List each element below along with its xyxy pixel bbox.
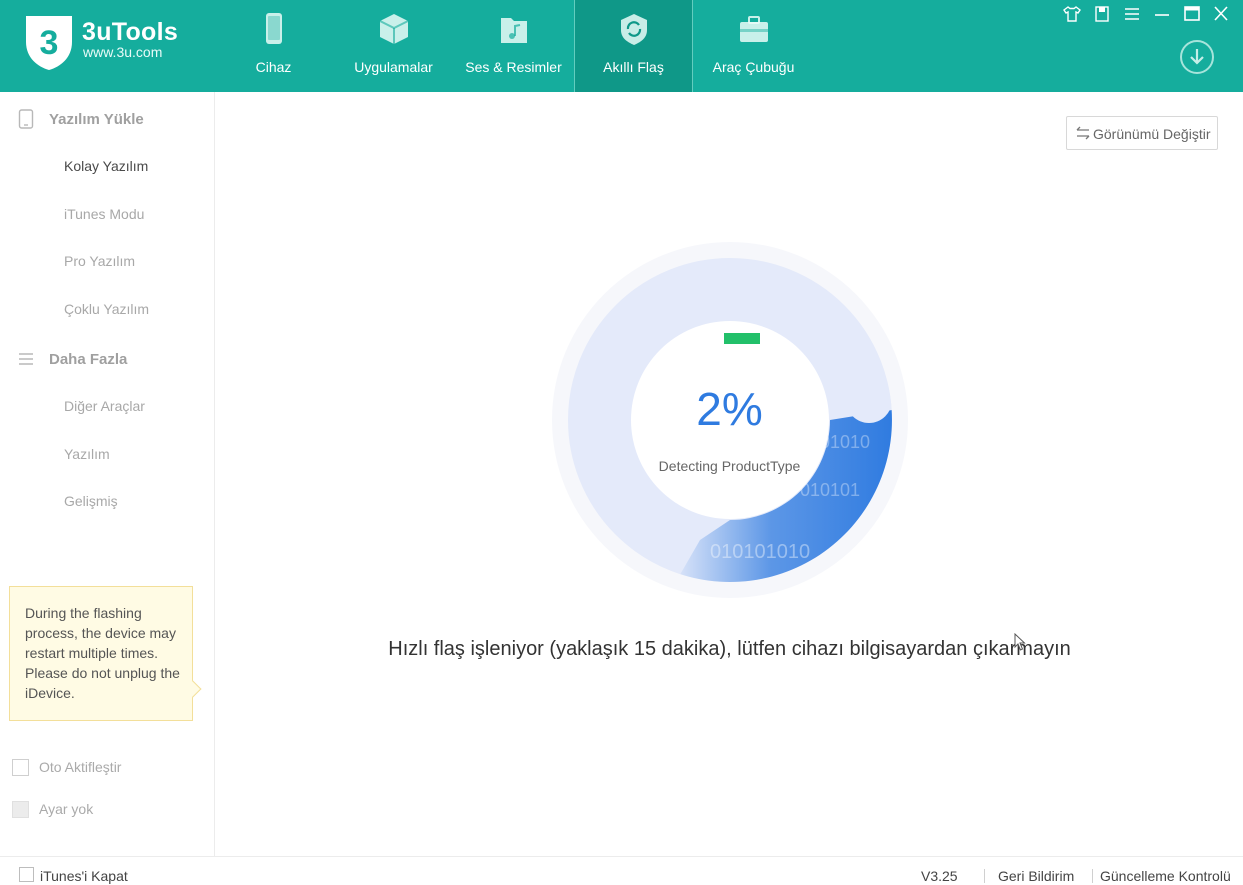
sidebar-group-yazilim-yukle: Yazılım Yükle	[0, 94, 215, 142]
sidebar-group-daha-fazla: Daha Fazla	[0, 334, 215, 382]
swap-icon	[1076, 126, 1090, 140]
sidebar-item-kolay-yazilim[interactable]: Kolay Yazılım	[0, 142, 215, 190]
sidebar-item-diger-araclar[interactable]: Diğer Araçlar	[0, 382, 215, 430]
app-logo[interactable]: 3 3uTools www.3u.com	[22, 12, 192, 72]
nav-label: Araç Çubuğu	[712, 59, 795, 75]
status-bar: iTunes'i Kapat V3.25 Geri Bildirim Günce…	[0, 856, 1243, 885]
binary-text: 010101010	[710, 541, 810, 563]
checkbox-box[interactable]	[12, 759, 29, 776]
nav-akilli-flas[interactable]: Akıllı Flaş	[574, 0, 693, 92]
checkbox-label: Ayar yok	[39, 801, 94, 817]
feedback-link[interactable]: Geri Bildirim	[998, 868, 1074, 884]
status-divider	[1092, 869, 1093, 883]
status-divider	[984, 869, 985, 883]
tip-arrow	[184, 680, 202, 698]
version-label: V3.25	[921, 868, 958, 884]
shield-refresh-icon	[620, 14, 647, 45]
cube-icon	[379, 14, 408, 44]
nav-label: Ses & Resimler	[465, 59, 562, 75]
sidebar-item-label: Diğer Araçlar	[64, 398, 145, 414]
checkbox-label: Oto Aktifleştir	[39, 759, 122, 775]
nav-label: Uygulamalar	[354, 59, 433, 75]
progress-status: Detecting ProductType	[658, 458, 801, 474]
change-view-button[interactable]: Görünümü Değiştir	[1066, 116, 1218, 150]
checkbox-box[interactable]	[12, 801, 29, 818]
flash-tip-box: During the flashing process, the device …	[9, 586, 202, 721]
sidebar-item-coklu-yazilim[interactable]: Çoklu Yazılım	[0, 285, 215, 333]
shirt-icon[interactable]	[1061, 4, 1083, 24]
progress-indicator	[724, 333, 760, 344]
mouse-cursor-icon	[1014, 633, 1026, 651]
app-name: 3uTools	[82, 18, 179, 46]
oto-aktiflestir-checkbox[interactable]: Oto Aktifleştir	[12, 757, 202, 779]
music-folder-icon	[500, 18, 527, 43]
main-panel: Görünümü Değiştir 01010 010101 010101010…	[216, 92, 1243, 856]
logo-shield-icon: 3	[26, 16, 72, 70]
nav-uygulamalar[interactable]: Uygulamalar	[334, 0, 453, 92]
sidebar-item-label: Gelişmiş	[64, 493, 118, 509]
phone-icon	[265, 13, 282, 44]
close-icon[interactable]	[1210, 4, 1232, 24]
download-arrow-icon	[1190, 49, 1204, 65]
sidebar-item-label: iTunes Modu	[64, 206, 145, 222]
sidebar-item-itunes-modu[interactable]: iTunes Modu	[0, 190, 215, 238]
header-bar: 3 3uTools www.3u.com Cihaz Uygulamalar S…	[0, 0, 1243, 92]
sidebar-item-yazilim[interactable]: Yazılım	[0, 430, 215, 478]
app-url: www.3u.com	[83, 44, 163, 60]
sidebar-item-pro-yazilim[interactable]: Pro Yazılım	[0, 237, 215, 285]
bookmark-icon[interactable]	[1091, 4, 1113, 24]
sidebar: Yazılım Yükle Kolay Yazılım iTunes Modu …	[0, 92, 215, 856]
nav-cihaz[interactable]: Cihaz	[214, 0, 333, 92]
itunes-close-checkbox[interactable]	[19, 867, 34, 882]
sidebar-item-label: Çoklu Yazılım	[64, 301, 150, 317]
sidebar-item-label: Kolay Yazılım	[64, 158, 149, 174]
nav-label: Akıllı Flaş	[603, 59, 664, 75]
list-icon	[19, 353, 33, 365]
minimize-icon[interactable]	[1151, 4, 1173, 24]
itunes-close-label: iTunes'i Kapat	[40, 868, 128, 884]
logo-digit: 3	[40, 24, 59, 62]
sidebar-group-label: Daha Fazla	[49, 351, 128, 368]
sidebar-group-label: Yazılım Yükle	[49, 111, 144, 128]
nav-ses-resimler[interactable]: Ses & Resimler	[454, 0, 573, 92]
maximize-icon[interactable]	[1181, 4, 1203, 24]
flash-tip-text: During the flashing process, the device …	[25, 605, 180, 701]
download-button[interactable]	[1180, 40, 1214, 74]
sidebar-item-gelismis[interactable]: Gelişmiş	[0, 477, 215, 525]
flash-message: Hızlı flaş işleniyor (yaklaşık 15 dakika…	[388, 638, 1071, 660]
menu-icon[interactable]	[1121, 4, 1143, 24]
nav-arac-cubugu[interactable]: Araç Çubuğu	[694, 0, 813, 92]
sidebar-item-label: Yazılım	[64, 446, 110, 462]
change-view-label: Görünümü Değiştir	[1093, 126, 1211, 142]
update-check-link[interactable]: Güncelleme Kontrolü	[1100, 868, 1231, 884]
toolbox-icon	[739, 16, 768, 42]
binary-text: 010101	[800, 480, 860, 500]
ayar-yok-checkbox[interactable]: Ayar yok	[12, 799, 202, 821]
tablet-icon	[18, 109, 34, 129]
sidebar-item-label: Pro Yazılım	[64, 253, 136, 269]
nav-label: Cihaz	[255, 59, 292, 75]
progress-percent: 2%	[696, 383, 763, 435]
